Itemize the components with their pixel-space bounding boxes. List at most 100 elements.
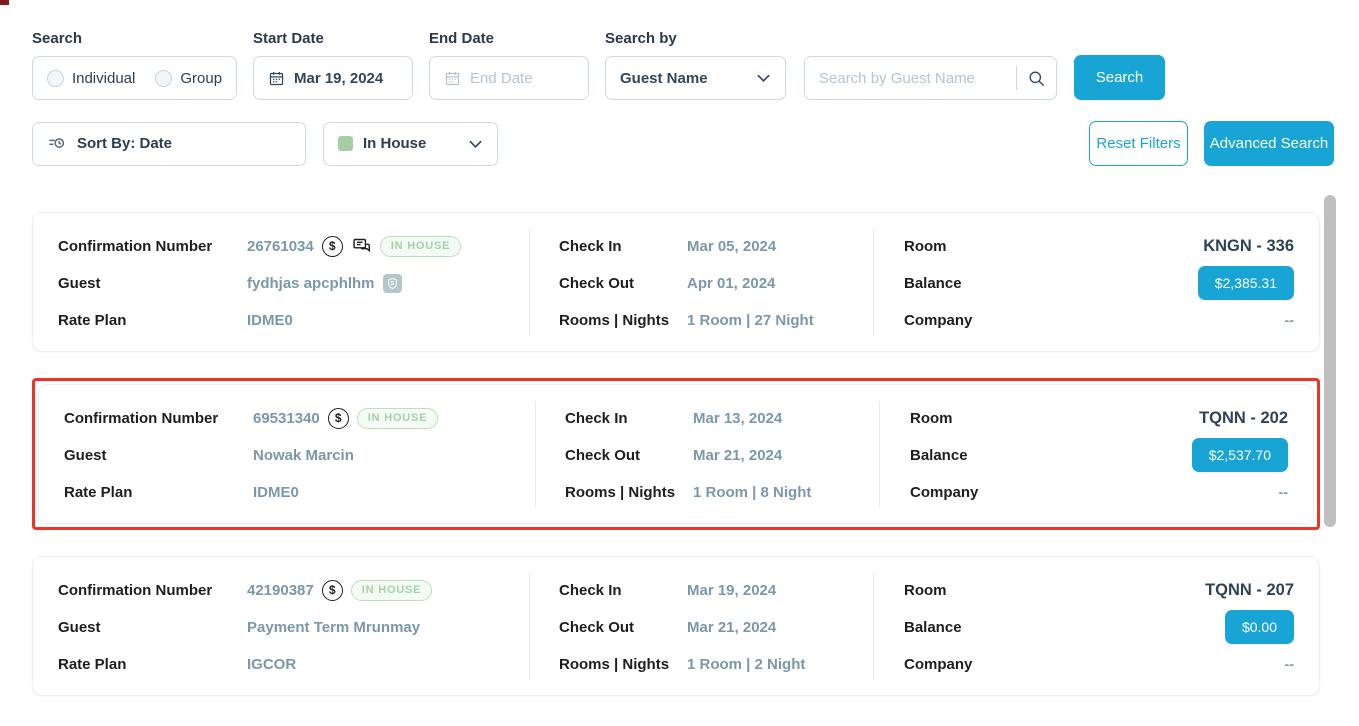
rooms-nights-label: Rooms | Nights xyxy=(559,312,687,329)
calendar-icon xyxy=(444,70,461,87)
card-dates-column: Check In Mar 05, 2024 Check Out Apr 01, … xyxy=(529,213,873,351)
card-id-column: Confirmation Number 26761034 IN HOUSE Gu… xyxy=(33,213,529,351)
search-by-dropdown[interactable]: Guest Name xyxy=(605,56,786,100)
individual-radio[interactable]: Individual xyxy=(47,70,135,87)
start-date-field[interactable]: Mar 19, 2024 xyxy=(253,56,413,100)
confirmation-number-value[interactable]: 42190387 xyxy=(247,582,314,599)
search-type-group: Search Individual Group xyxy=(32,30,237,100)
reset-filters-button[interactable]: Reset Filters xyxy=(1089,121,1188,166)
search-icon[interactable] xyxy=(1027,69,1046,88)
search-button[interactable]: Search xyxy=(1074,55,1165,100)
end-date-field[interactable]: End Date xyxy=(429,56,589,100)
confirmation-number-label: Confirmation Number xyxy=(58,582,247,599)
search-by-group: Search by Guest Name xyxy=(605,30,786,100)
end-date-label: End Date xyxy=(429,30,589,47)
company-value: -- xyxy=(1285,656,1294,672)
chat-message-icon[interactable] xyxy=(351,236,372,257)
room-value: TQNN - 202 xyxy=(1199,409,1288,428)
company-label: Company xyxy=(904,656,972,673)
scrollbar-thumb[interactable] xyxy=(1324,195,1336,527)
check-in-label: Check In xyxy=(559,238,687,255)
in-house-status-swatch xyxy=(338,136,353,151)
rate-plan-label: Rate Plan xyxy=(58,312,247,329)
reservation-card-body[interactable]: Confirmation Number 42190387 IN HOUSE Gu… xyxy=(32,556,1320,696)
check-in-value: Mar 05, 2024 xyxy=(687,238,776,255)
check-out-value: Mar 21, 2024 xyxy=(693,447,782,464)
sort-by-value: Sort By: Date xyxy=(77,135,172,152)
filter-row-2: Sort By: Date In House Reset Filters Adv… xyxy=(0,100,1359,166)
status-badge: IN HOUSE xyxy=(351,580,433,601)
reservation-card-body[interactable]: Confirmation Number 69531340 IN HOUSE Gu… xyxy=(38,384,1314,524)
company-value: -- xyxy=(1279,484,1288,500)
rooms-nights-label: Rooms | Nights xyxy=(559,656,687,673)
rate-plan-value: IGCOR xyxy=(247,656,296,673)
advanced-search-button[interactable]: Advanced Search xyxy=(1204,121,1334,166)
rooms-nights-value: 1 Room | 8 Night xyxy=(693,484,811,501)
guest-search-page: Search Individual Group Start Date Mar xyxy=(0,0,1359,726)
balance-button[interactable]: $2,537.70 xyxy=(1192,438,1288,472)
status-badge: IN HOUSE xyxy=(380,236,462,257)
status-filter-dropdown[interactable]: In House xyxy=(323,122,498,166)
check-out-label: Check Out xyxy=(559,619,687,636)
guest-name-value: Payment Term Mrunmay xyxy=(247,619,420,636)
confirmation-number-label: Confirmation Number xyxy=(58,238,247,255)
check-out-value: Apr 01, 2024 xyxy=(687,275,775,292)
balance-button[interactable]: $2,385.31 xyxy=(1198,266,1294,300)
check-in-label: Check In xyxy=(565,410,693,427)
check-in-value: Mar 13, 2024 xyxy=(693,410,782,427)
card-room-column: Room TQNN - 207 Balance $0.00 Company -- xyxy=(873,557,1319,695)
room-label: Room xyxy=(904,238,947,255)
balance-label: Balance xyxy=(910,447,968,464)
status-badge: IN HOUSE xyxy=(357,408,439,429)
rate-plan-label: Rate Plan xyxy=(64,484,253,501)
end-date-group: End Date End Date xyxy=(429,30,589,100)
individual-radio-label: Individual xyxy=(72,70,135,87)
payment-dollar-icon[interactable] xyxy=(328,408,349,429)
group-radio[interactable]: Group xyxy=(155,70,222,87)
room-value: TQNN - 207 xyxy=(1205,581,1294,600)
reservation-card[interactable]: Confirmation Number 42190387 IN HOUSE Gu… xyxy=(32,556,1320,696)
calendar-icon xyxy=(268,70,285,87)
start-date-value: Mar 19, 2024 xyxy=(294,70,383,87)
corner-artifact xyxy=(0,0,9,5)
confirmation-number-value[interactable]: 26761034 xyxy=(247,238,314,255)
guest-label: Guest xyxy=(58,619,247,636)
search-by-label: Search by xyxy=(605,30,786,47)
guest-search-field xyxy=(804,56,1057,100)
results-list: Confirmation Number 26761034 IN HOUSE Gu… xyxy=(32,212,1320,696)
company-label: Company xyxy=(904,312,972,329)
payment-dollar-icon[interactable] xyxy=(322,580,343,601)
chevron-down-icon xyxy=(756,73,771,83)
group-radio-circle[interactable] xyxy=(155,70,172,87)
rate-plan-value: IDME0 xyxy=(247,312,293,329)
payment-dollar-icon[interactable] xyxy=(322,236,343,257)
card-dates-column: Check In Mar 19, 2024 Check Out Mar 21, … xyxy=(529,557,873,695)
start-date-label: Start Date xyxy=(253,30,413,47)
card-room-column: Room TQNN - 202 Balance $2,537.70 Compan… xyxy=(879,385,1313,523)
search-by-value: Guest Name xyxy=(620,70,708,87)
company-label: Company xyxy=(910,484,978,501)
room-label: Room xyxy=(904,582,947,599)
sort-by-dropdown[interactable]: Sort By: Date xyxy=(32,122,306,166)
reservation-card-body[interactable]: Confirmation Number 26761034 IN HOUSE Gu… xyxy=(32,212,1320,352)
balance-label: Balance xyxy=(904,619,962,636)
confirmation-number-label: Confirmation Number xyxy=(64,410,253,427)
guest-shield-badge: S xyxy=(383,274,402,293)
input-divider xyxy=(1016,66,1017,90)
search-type-box: Individual Group xyxy=(32,56,237,100)
guest-label: Guest xyxy=(58,275,247,292)
card-dates-column: Check In Mar 13, 2024 Check Out Mar 21, … xyxy=(535,385,879,523)
confirmation-number-value[interactable]: 69531340 xyxy=(253,410,320,427)
check-in-label: Check In xyxy=(559,582,687,599)
svg-text:S: S xyxy=(390,281,394,287)
balance-button[interactable]: $0.00 xyxy=(1225,610,1294,644)
search-input[interactable] xyxy=(819,70,1010,87)
status-filter-value: In House xyxy=(363,135,426,152)
check-in-value: Mar 19, 2024 xyxy=(687,582,776,599)
balance-label: Balance xyxy=(904,275,962,292)
individual-radio-circle[interactable] xyxy=(47,70,64,87)
reservation-card-highlighted[interactable]: Confirmation Number 69531340 IN HOUSE Gu… xyxy=(32,378,1320,530)
start-date-group: Start Date Mar 19, 2024 xyxy=(253,30,413,100)
reservation-card[interactable]: Confirmation Number 26761034 IN HOUSE Gu… xyxy=(32,212,1320,352)
chevron-down-icon xyxy=(468,139,483,149)
